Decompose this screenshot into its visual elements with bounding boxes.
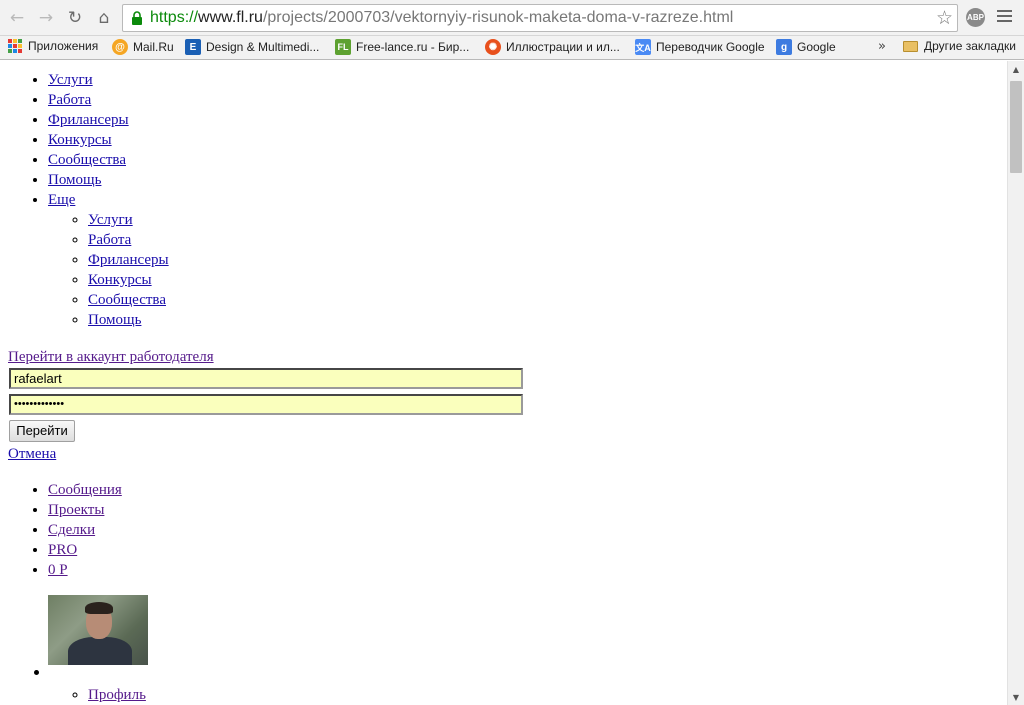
nav-item: Работа [48,90,169,110]
user-menu-item: Сделки [48,520,122,540]
submenu-item: Конкурсы [88,270,169,290]
submenu-item: Помощь [88,310,169,330]
nav-item-more: Еще Услуги Работа Фрилансеры Конкурсы Со… [48,190,169,330]
adblock-icon[interactable]: ABP [966,8,985,27]
cancel-link[interactable]: Отмена [8,444,56,464]
nav-link-services[interactable]: Услуги [48,72,93,88]
nav-link-more[interactable]: Еще [48,192,75,208]
chrome-menu-icon[interactable] [997,10,1012,25]
balance-link[interactable]: 0 Р [48,562,68,578]
home-icon[interactable]: ⌂ [93,7,115,29]
nav-item: Услуги [48,70,169,90]
scrollbar-thumb[interactable] [1010,81,1022,173]
nav-link-freelancers[interactable]: Фрилансеры [48,112,129,128]
scroll-down-arrow-icon[interactable]: ▼ [1008,689,1024,705]
bookmarks-overflow-chevron[interactable]: » [878,39,886,54]
e-icon: E [185,39,201,55]
back-arrow-icon[interactable]: ← [6,7,28,29]
pro-link[interactable]: PRO [48,542,77,558]
reload-icon[interactable]: ↻ [64,7,86,29]
other-bookmarks-folder[interactable]: Другие закладки [903,39,1016,53]
submenu-link-services[interactable]: Услуги [88,212,133,228]
profile-link[interactable]: Профиль [88,687,146,703]
bookmark-item[interactable]: FL Free-lance.ru - Бир... [335,39,469,55]
switch-account-link[interactable]: Перейти в аккаунт работодателя [8,347,214,367]
forward-arrow-icon[interactable]: → [35,7,57,29]
folder-icon [903,40,918,52]
nav-link-work[interactable]: Работа [48,92,91,108]
nav-item: Помощь [48,170,169,190]
projects-link[interactable]: Проекты [48,502,104,518]
user-menu-item: 0 Р [48,560,122,580]
bookmark-item[interactable]: g Google [776,39,836,55]
bookmark-apps[interactable]: Приложения [8,39,98,53]
password-field[interactable]: ••••••••••••• [9,394,523,415]
bookmark-star-icon[interactable]: ☆ [936,7,953,29]
google-icon: g [776,39,792,55]
url-text: https://www.fl.ru/projects/2000703/vekto… [150,9,734,26]
nav-item: Фрилансеры [48,110,169,130]
apps-grid-icon [8,39,22,53]
address-bar[interactable]: https://www.fl.ru/projects/2000703/vekto… [122,4,958,32]
bookmark-item[interactable]: E Design & Multimedi... [185,39,319,55]
main-nav: Услуги Работа Фрилансеры Конкурсы Сообще… [0,70,169,330]
submenu-link-help[interactable]: Помощь [88,312,141,328]
nav-link-help[interactable]: Помощь [48,172,101,188]
nav-item: Сообщества [48,150,169,170]
browser-toolbar: ← → ↻ ⌂ https://www.fl.ru/projects/20007… [0,0,1024,36]
submenu-item: Фрилансеры [88,250,169,270]
submenu-item: Услуги [88,210,169,230]
profile-submenu: Профиль [0,685,146,705]
more-submenu: Услуги Работа Фрилансеры Конкурсы Сообще… [48,210,169,330]
avatar-item [0,595,148,665]
messages-link[interactable]: Сообщения [48,482,122,498]
submenu-link-work[interactable]: Работа [88,232,131,248]
deals-link[interactable]: Сделки [48,522,95,538]
nav-link-communities[interactable]: Сообщества [48,152,126,168]
bookmark-item[interactable]: 文A Переводчик Google [635,39,765,55]
lock-icon [132,11,142,25]
mailru-icon: @ [112,39,128,55]
vertical-scrollbar[interactable]: ▲ ▼ [1007,61,1024,705]
submenu-item: Работа [88,230,169,250]
submit-button[interactable]: Перейти [9,420,75,442]
user-menu: Сообщения Проекты Сделки PRO 0 Р [0,480,122,580]
avatar[interactable] [48,595,148,665]
scroll-up-arrow-icon[interactable]: ▲ [1008,61,1024,77]
page-content: Услуги Работа Фрилансеры Конкурсы Сообще… [0,61,1008,705]
user-menu-item: Проекты [48,500,122,520]
list-bullet [34,670,39,675]
fl-icon: FL [335,39,351,55]
bookmarks-bar: Приложения @ Mail.Ru E Design & Multimed… [0,36,1024,60]
submenu-link-contests[interactable]: Конкурсы [88,272,152,288]
submenu-link-communities[interactable]: Сообщества [88,292,166,308]
nav-item: Конкурсы [48,130,169,150]
submenu-link-freelancers[interactable]: Фрилансеры [88,252,169,268]
user-menu-item: Сообщения [48,480,122,500]
translate-icon: 文A [635,39,651,55]
submenu-item: Сообщества [88,290,169,310]
splash-icon: ✺ [485,39,501,55]
user-menu-item: PRO [48,540,122,560]
profile-item: Профиль [88,685,146,705]
bookmark-item[interactable]: ✺ Иллюстрации и ил... [485,39,620,55]
username-field[interactable]: rafaelart [9,368,523,389]
nav-link-contests[interactable]: Конкурсы [48,132,112,148]
bookmark-item[interactable]: @ Mail.Ru [112,39,174,55]
